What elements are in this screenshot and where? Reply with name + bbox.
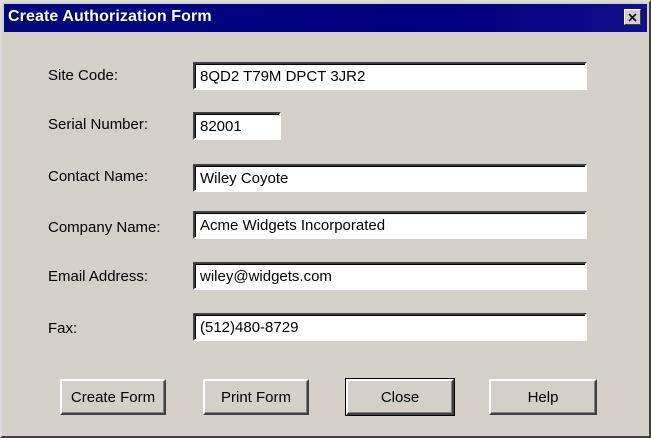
- close-icon[interactable]: [624, 9, 641, 25]
- create-form-button[interactable]: Create Form: [60, 379, 166, 415]
- serial-number-field[interactable]: 82001: [193, 112, 281, 140]
- serial-number-label: Serial Number:: [48, 116, 149, 133]
- company-name-field[interactable]: Acme Widgets Incorporated: [193, 211, 587, 239]
- fax-field[interactable]: (512)480-8729: [193, 313, 587, 341]
- window-title: Create Authorization Form: [8, 8, 212, 25]
- print-form-button[interactable]: Print Form: [203, 379, 309, 415]
- contact-name-label: Contact Name:: [48, 168, 149, 185]
- company-name-label: Company Name:: [48, 219, 161, 236]
- title-bar[interactable]: Create Authorization Form: [4, 4, 647, 32]
- authorization-dialog: Create Authorization Form Site Code: 8QD…: [0, 0, 651, 438]
- email-address-label: Email Address:: [48, 268, 149, 285]
- fax-label: Fax:: [48, 320, 78, 337]
- site-code-label: Site Code:: [48, 67, 119, 84]
- contact-name-field[interactable]: Wiley Coyote: [193, 164, 587, 192]
- close-button[interactable]: Close: [345, 378, 455, 416]
- email-address-field[interactable]: wiley@widgets.com: [193, 262, 587, 290]
- help-button[interactable]: Help: [489, 379, 597, 415]
- site-code-field[interactable]: 8QD2 T79M DPCT 3JR2: [193, 62, 587, 90]
- close-x-glyph: [628, 12, 637, 22]
